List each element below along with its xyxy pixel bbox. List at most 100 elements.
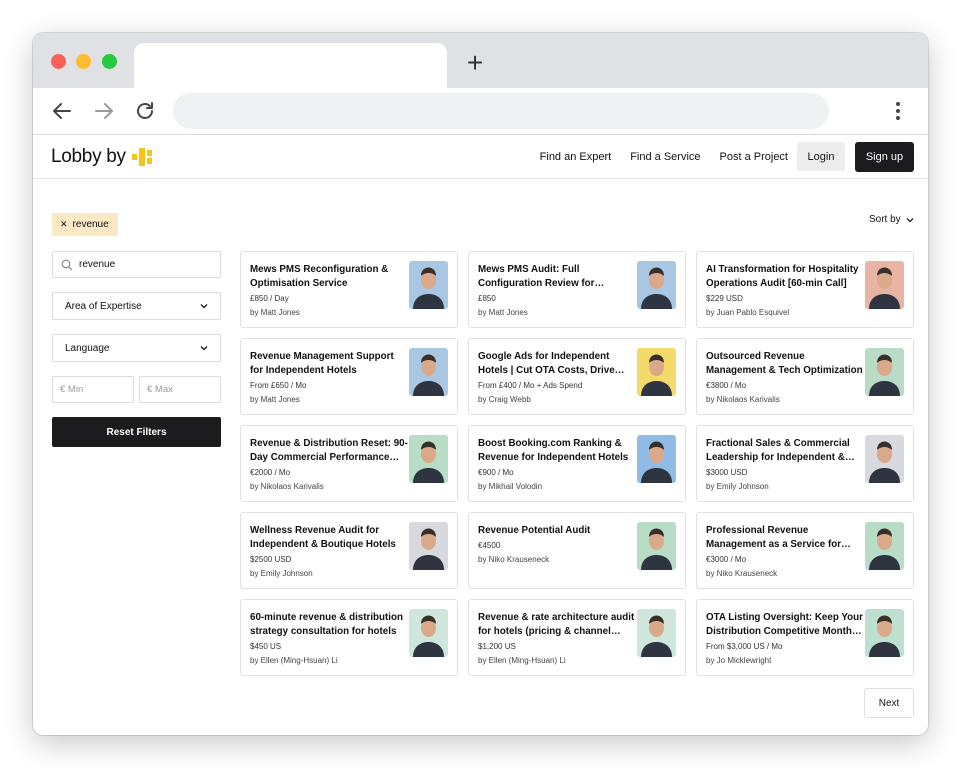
- new-tab-button[interactable]: +: [463, 49, 487, 77]
- service-price: €3000 / Mo: [706, 555, 747, 564]
- service-title[interactable]: Revenue Management Support for Independe…: [250, 350, 408, 378]
- service-card[interactable]: Revenue & Distribution Reset: 90-Day Com…: [240, 425, 458, 502]
- reset-filters-button[interactable]: Reset Filters: [52, 417, 221, 447]
- search-icon: [61, 259, 73, 270]
- browser-tab-active[interactable]: [134, 43, 447, 88]
- service-author: by Matt Jones: [250, 395, 300, 404]
- maximize-window-button[interactable]: [102, 54, 117, 69]
- reload-icon[interactable]: [133, 99, 157, 123]
- service-price: £850 / Day: [250, 294, 289, 303]
- close-window-button[interactable]: [51, 54, 66, 69]
- service-price: From £400 / Mo + Ads Spend: [478, 381, 583, 390]
- service-author: by Craig Webb: [478, 395, 531, 404]
- service-price: $1,200 US: [478, 642, 516, 651]
- service-price: £850: [478, 294, 496, 303]
- service-card[interactable]: Boost Booking.com Ranking & Revenue for …: [468, 425, 686, 502]
- service-author: by Jo Micklewright: [706, 656, 772, 665]
- service-card[interactable]: 60-minute revenue & distribution strateg…: [240, 599, 458, 676]
- service-title[interactable]: Mews PMS Audit: Full Configuration Revie…: [478, 263, 636, 291]
- login-button[interactable]: Login: [797, 142, 845, 171]
- avatar: [409, 435, 448, 483]
- service-price: $3000 USD: [706, 468, 748, 477]
- service-title[interactable]: Outsourced Revenue Management & Tech Opt…: [706, 350, 864, 378]
- service-card[interactable]: Mews PMS Audit: Full Configuration Revie…: [468, 251, 686, 328]
- service-title[interactable]: Google Ads for Independent Hotels | Cut …: [478, 350, 636, 378]
- max-price-field: [139, 376, 221, 403]
- sort-by-dropdown[interactable]: Sort by: [869, 214, 915, 225]
- service-price: €900 / Mo: [478, 468, 514, 477]
- service-author: by Emily Johnson: [250, 569, 313, 578]
- site-header: Lobby by Find an Expert Find a Service P…: [33, 135, 928, 179]
- avatar: [865, 348, 904, 396]
- service-card[interactable]: Professional Revenue Management as a Ser…: [696, 512, 914, 589]
- service-title[interactable]: OTA Listing Oversight: Keep Your Distrib…: [706, 611, 864, 639]
- service-card[interactable]: AI Transformation for Hospitality Operat…: [696, 251, 914, 328]
- search-input[interactable]: [79, 259, 209, 270]
- service-card[interactable]: Outsourced Revenue Management & Tech Opt…: [696, 338, 914, 415]
- service-title[interactable]: Wellness Revenue Audit for Independent &…: [250, 524, 408, 552]
- area-of-expertise-label: Area of Expertise: [65, 300, 142, 312]
- avatar: [637, 435, 676, 483]
- service-card[interactable]: Google Ads for Independent Hotels | Cut …: [468, 338, 686, 415]
- active-filter-chip[interactable]: ✕ revenue: [52, 213, 118, 236]
- avatar: [865, 261, 904, 309]
- avatar: [865, 522, 904, 570]
- service-card[interactable]: OTA Listing Oversight: Keep Your Distrib…: [696, 599, 914, 676]
- service-card[interactable]: Fractional Sales & Commercial Leadership…: [696, 425, 914, 502]
- minimize-window-button[interactable]: [76, 54, 91, 69]
- avatar: [865, 609, 904, 657]
- service-author: by Niko Krauseneck: [478, 555, 550, 564]
- service-price: From £650 / Mo: [250, 381, 307, 390]
- service-title[interactable]: Revenue Potential Audit: [478, 524, 636, 538]
- min-price-input[interactable]: [60, 384, 130, 395]
- service-author: by Matt Jones: [478, 308, 528, 317]
- avatar: [409, 261, 448, 309]
- service-title[interactable]: Mews PMS Reconfiguration & Optimisation …: [250, 263, 408, 291]
- service-title[interactable]: Fractional Sales & Commercial Leadership…: [706, 437, 864, 465]
- max-price-input[interactable]: [147, 384, 217, 395]
- main-nav: Find an Expert Find a Service Post a Pro…: [540, 135, 788, 179]
- service-card[interactable]: Mews PMS Reconfiguration & Optimisation …: [240, 251, 458, 328]
- avatar: [409, 609, 448, 657]
- service-price: $229 USD: [706, 294, 743, 303]
- service-title[interactable]: Boost Booking.com Ranking & Revenue for …: [478, 437, 636, 465]
- chevron-down-icon: [200, 346, 208, 351]
- nav-post-project[interactable]: Post a Project: [720, 151, 788, 163]
- forward-arrow-icon[interactable]: [92, 99, 116, 123]
- next-page-button[interactable]: Next: [864, 688, 914, 718]
- more-options-icon[interactable]: [893, 99, 903, 123]
- service-title[interactable]: Revenue & rate architecture audit for ho…: [478, 611, 636, 639]
- service-card[interactable]: Revenue & rate architecture audit for ho…: [468, 599, 686, 676]
- avatar: [409, 348, 448, 396]
- avatar: [637, 261, 676, 309]
- service-price: From $3,000 US / Mo: [706, 642, 783, 651]
- logo[interactable]: Lobby by: [51, 145, 154, 169]
- service-card[interactable]: Wellness Revenue Audit for Independent &…: [240, 512, 458, 589]
- service-title[interactable]: 60-minute revenue & distribution strateg…: [250, 611, 408, 639]
- avatar: [637, 609, 676, 657]
- nav-find-expert[interactable]: Find an Expert: [540, 151, 612, 163]
- avatar: [637, 348, 676, 396]
- service-card[interactable]: Revenue Management Support for Independe…: [240, 338, 458, 415]
- service-price: €4500: [478, 541, 501, 550]
- signup-button[interactable]: Sign up: [855, 142, 914, 172]
- nav-find-service[interactable]: Find a Service: [630, 151, 700, 163]
- search-box: [52, 251, 221, 278]
- chevron-down-icon: [906, 217, 914, 222]
- close-icon[interactable]: ✕: [60, 219, 68, 230]
- language-select[interactable]: Language: [52, 334, 221, 362]
- price-range: [52, 376, 221, 403]
- service-title[interactable]: Professional Revenue Management as a Ser…: [706, 524, 864, 552]
- address-bar[interactable]: [173, 93, 829, 129]
- browser-toolbar: [33, 88, 928, 135]
- service-price: $2500 USD: [250, 555, 292, 564]
- back-arrow-icon[interactable]: [50, 99, 74, 123]
- service-author: by Emily Johnson: [706, 482, 769, 491]
- service-price: €2000 / Mo: [250, 468, 291, 477]
- logo-text: Lobby by: [51, 146, 126, 167]
- area-of-expertise-select[interactable]: Area of Expertise: [52, 292, 221, 320]
- service-title[interactable]: AI Transformation for Hospitality Operat…: [706, 263, 864, 291]
- service-author: by Ellen (Ming-Hsuan) Li: [478, 656, 566, 665]
- service-title[interactable]: Revenue & Distribution Reset: 90-Day Com…: [250, 437, 408, 465]
- service-card[interactable]: Revenue Potential Audit €4500 by Niko Krau…: [468, 512, 686, 589]
